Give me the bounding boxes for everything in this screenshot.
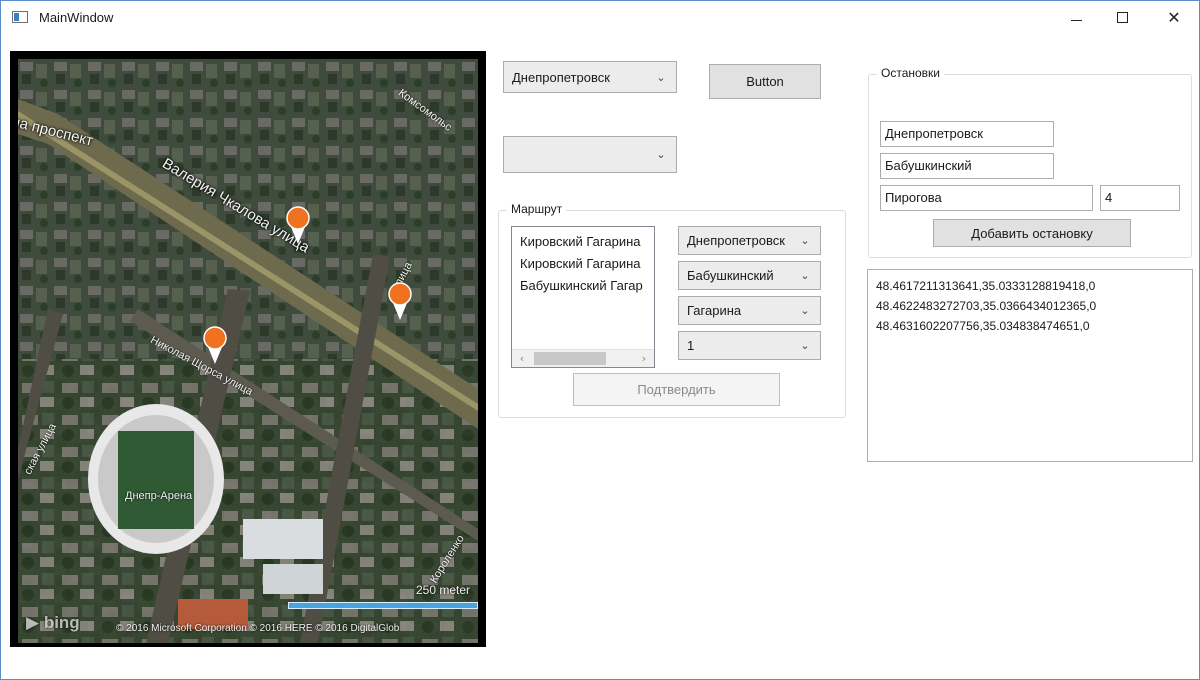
- route-number-value: 1: [687, 338, 695, 353]
- title-bar[interactable]: MainWindow ✕: [1, 1, 1199, 33]
- route-city-value: Днепропетровск: [687, 233, 785, 248]
- scroll-left-icon[interactable]: ‹: [514, 351, 530, 367]
- map-pin-icon[interactable]: [386, 281, 414, 321]
- coordinates-textarea[interactable]: 48.4617211313641,35.0333128819418,0 48.4…: [867, 269, 1193, 462]
- maximize-button[interactable]: [1099, 1, 1145, 33]
- chevron-down-icon: ⌄: [800, 304, 810, 317]
- route-group-title: Маршрут: [507, 202, 567, 216]
- stop-number-field[interactable]: 4: [1100, 185, 1180, 211]
- stop-city-field[interactable]: Днепропетровск: [880, 121, 1054, 147]
- map-control[interactable]: на проспект Валерия Чкалова улица Комсом…: [10, 51, 486, 647]
- chevron-down-icon: ⌄: [656, 70, 666, 84]
- coordinate-line: 48.4622483272703,35.0366434012365,0: [876, 299, 1097, 313]
- map-copyright: © 2016 Microsoft Corporation © 2016 HERE…: [116, 623, 400, 634]
- bing-logo-icon: ▶: [26, 613, 40, 632]
- minimize-icon: [1070, 19, 1082, 21]
- map-scale-label: 250 meter: [416, 583, 471, 597]
- secondary-combobox[interactable]: ⌄: [503, 136, 677, 173]
- action-button[interactable]: Button: [709, 64, 821, 99]
- bing-logo-text: bing: [43, 613, 80, 632]
- city-combobox[interactable]: Днепропетровск ⌄: [503, 61, 677, 93]
- horizontal-scrollbar[interactable]: ‹ ›: [512, 349, 654, 367]
- coordinate-line: 48.4617211313641,35.0333128819418,0: [876, 279, 1096, 293]
- route-number-combobox[interactable]: 1 ⌄: [678, 331, 821, 360]
- stop-district-field[interactable]: Бабушкинский: [880, 153, 1054, 179]
- route-street-combobox[interactable]: Гагарина ⌄: [678, 296, 821, 325]
- city-combobox-value: Днепропетровск: [512, 69, 610, 85]
- scrollbar-thumb[interactable]: [534, 352, 606, 365]
- close-button[interactable]: ✕: [1151, 1, 1197, 33]
- list-item[interactable]: Кировский Гагарина: [512, 253, 654, 275]
- app-window-icon: [12, 11, 28, 23]
- scroll-right-icon[interactable]: ›: [636, 351, 652, 367]
- minimize-button[interactable]: [1053, 1, 1099, 33]
- route-city-combobox[interactable]: Днепропетровск ⌄: [678, 226, 821, 255]
- chevron-down-icon: ⌄: [800, 269, 810, 282]
- map-viewport[interactable]: на проспект Валерия Чкалова улица Комсом…: [18, 59, 478, 643]
- map-label-arena: Днепр-Арена: [125, 490, 193, 502]
- chevron-down-icon: ⌄: [656, 148, 666, 161]
- bing-logo: ▶ bing: [26, 613, 80, 633]
- list-item[interactable]: Кировский Гагарина: [512, 231, 654, 253]
- chevron-down-icon: ⌄: [800, 339, 810, 352]
- main-window: MainWindow ✕ на проспект Валерия Чкалова…: [0, 0, 1200, 680]
- map-scale-bar: [288, 602, 478, 609]
- close-icon: ✕: [1167, 7, 1181, 27]
- stops-group-title: Остановки: [877, 66, 944, 80]
- route-district-combobox[interactable]: Бабушкинский ⌄: [678, 261, 821, 290]
- add-stop-button[interactable]: Добавить остановку: [933, 219, 1131, 247]
- stop-street-field[interactable]: Пирогова: [880, 185, 1093, 211]
- coordinate-line: 48.4631602207756,35.034838474651,0: [876, 319, 1090, 333]
- chevron-down-icon: ⌄: [800, 234, 810, 247]
- map-pin-icon[interactable]: [201, 325, 229, 365]
- confirm-button[interactable]: Подтвердить: [573, 373, 780, 406]
- maximize-icon: [1116, 11, 1128, 23]
- route-listbox[interactable]: Кировский Гагарина Кировский Гагарина Ба…: [511, 226, 655, 368]
- list-item[interactable]: Бабушкинский Гагар: [512, 275, 654, 297]
- route-street-value: Гагарина: [687, 303, 742, 318]
- window-title: MainWindow: [39, 10, 114, 25]
- map-pin-icon[interactable]: [284, 205, 312, 245]
- route-district-value: Бабушкинский: [687, 268, 774, 283]
